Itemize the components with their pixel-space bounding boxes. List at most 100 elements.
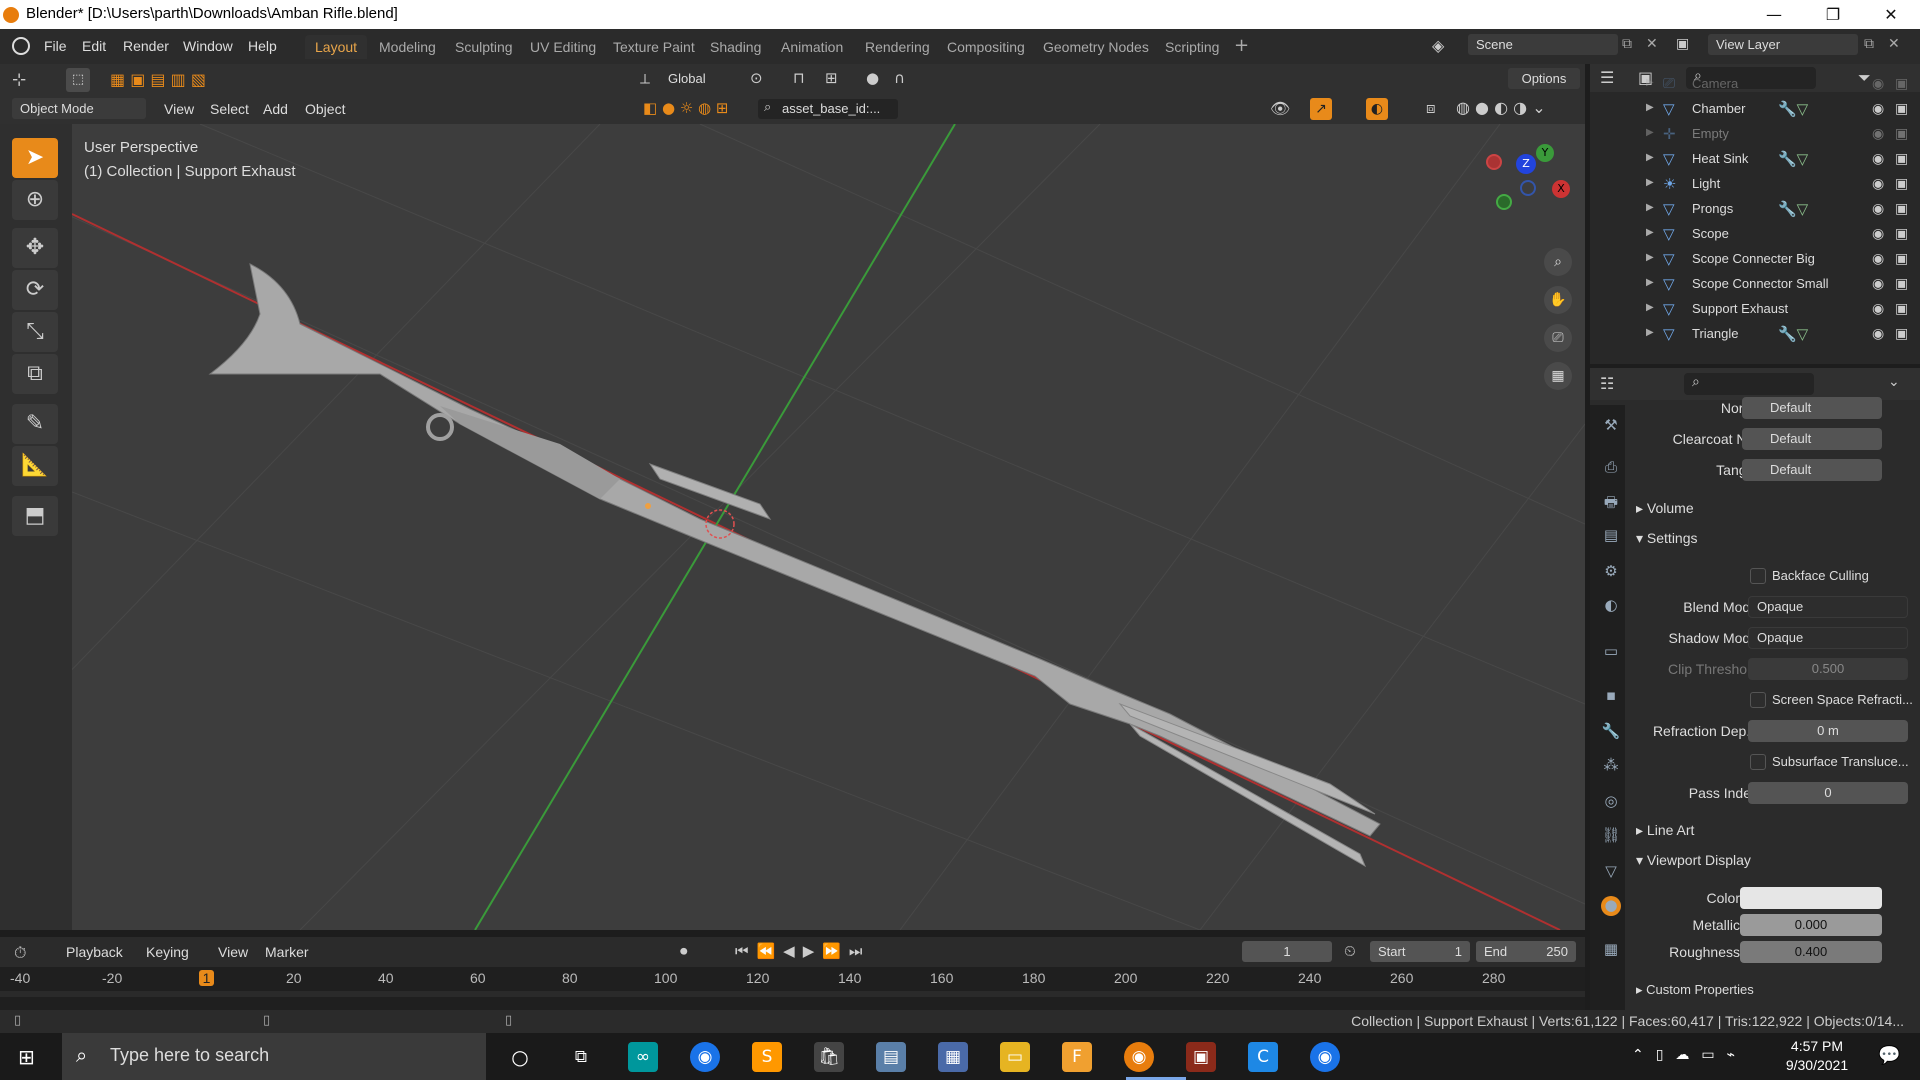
negative-z-axis-icon[interactable]: [1520, 180, 1536, 196]
line-art-section[interactable]: ▸ Line Art: [1636, 822, 1694, 839]
system-tray-icons[interactable]: ⌃▯☁▭⌁: [1632, 1047, 1747, 1063]
new-scene-icon[interactable]: ⧉: [1622, 36, 1632, 52]
gizmos-toggle-icon[interactable]: ↗: [1310, 98, 1332, 120]
clearcoat-field[interactable]: Default: [1742, 428, 1882, 450]
visibility-eye-icon[interactable]: ◉: [1872, 100, 1884, 117]
pass-index-field[interactable]: 0: [1748, 782, 1908, 804]
task-view-icon[interactable]: ⧉: [566, 1042, 596, 1072]
normal-field[interactable]: Default: [1742, 397, 1882, 419]
properties-editor-icon[interactable]: ☷: [1600, 374, 1614, 393]
subsurface-checkbox[interactable]: [1750, 754, 1766, 770]
constraints-tab-icon[interactable]: ⛓: [1601, 826, 1621, 846]
render-camera-icon[interactable]: ▣: [1895, 125, 1908, 142]
gizmo-icons[interactable]: ◧ ● ☼ ◍ ⊞: [643, 99, 728, 117]
render-camera-icon[interactable]: ▣: [1895, 225, 1908, 242]
chrome-profile-icon[interactable]: ◉: [1310, 1042, 1340, 1072]
expand-arrow-icon[interactable]: ▶: [1646, 302, 1654, 313]
texture-tab-icon[interactable]: ▦: [1601, 940, 1621, 960]
perspective-grid-icon[interactable]: ▦: [1544, 362, 1572, 390]
proportional-edit-icon[interactable]: ●: [866, 69, 879, 87]
scene-icon[interactable]: ◈: [1432, 36, 1444, 55]
visibility-eye-icon[interactable]: ◉: [1872, 125, 1884, 142]
object-tab-icon[interactable]: ▪: [1601, 686, 1621, 706]
expand-arrow-icon[interactable]: ▶: [1646, 327, 1654, 338]
visibility-eye-icon[interactable]: ◉: [1872, 250, 1884, 267]
chrome-app-icon[interactable]: ◉: [690, 1042, 720, 1072]
particles-tab-icon[interactable]: ⁂: [1601, 756, 1621, 776]
visibility-eye-icon[interactable]: ◉: [1872, 150, 1884, 167]
render-camera-icon[interactable]: ▣: [1895, 275, 1908, 292]
render-camera-icon[interactable]: ▣: [1895, 300, 1908, 317]
expand-arrow-icon[interactable]: ▶: [1646, 177, 1654, 188]
maximize-button[interactable]: ❐: [1804, 0, 1862, 29]
end-frame-field[interactable]: End 250: [1476, 941, 1576, 962]
folder-app-icon[interactable]: ▤: [876, 1042, 906, 1072]
modifier-icon[interactable]: 🔧▽: [1778, 325, 1808, 343]
object-mode-select[interactable]: Object Mode: [12, 98, 146, 119]
outliner-item[interactable]: ▶ ▽ Chamber 🔧▽ ◉ ▣: [1590, 97, 1920, 122]
render-tab-icon[interactable]: ⎙: [1601, 458, 1621, 478]
outliner-item[interactable]: ▶ ▽ Support Exhaust ◉ ▣: [1590, 297, 1920, 322]
tab-animation[interactable]: Animation: [771, 35, 853, 59]
negative-x-axis-icon[interactable]: [1486, 154, 1502, 170]
expand-arrow-icon[interactable]: ▶: [1646, 127, 1654, 138]
menu-edit[interactable]: Edit: [82, 38, 106, 54]
visibility-eye-icon[interactable]: ◉: [1872, 300, 1884, 317]
tab-rendering[interactable]: Rendering: [855, 35, 940, 59]
shadow-mode-select[interactable]: Opaque: [1748, 627, 1908, 649]
backface-culling-checkbox[interactable]: [1750, 568, 1766, 584]
scene-selector[interactable]: Scene: [1468, 34, 1618, 55]
tab-layout[interactable]: Layout: [305, 35, 368, 59]
minimize-button[interactable]: —: [1745, 0, 1803, 29]
render-camera-icon[interactable]: ▣: [1895, 200, 1908, 217]
menu-window[interactable]: Window: [183, 38, 233, 54]
windows-start-icon[interactable]: ⊞: [18, 1045, 35, 1069]
current-frame-marker[interactable]: 1: [198, 970, 215, 986]
tab-sculpting[interactable]: Sculpting: [445, 35, 523, 59]
tab-geometry-nodes[interactable]: Geometry Nodes: [1033, 35, 1159, 59]
editor-type-icon[interactable]: ⊹: [12, 70, 26, 90]
tab-shading[interactable]: Shading: [700, 35, 771, 59]
transform-tool-icon[interactable]: ⧉: [12, 354, 58, 394]
options-dropdown[interactable]: Options: [1508, 68, 1580, 89]
render-camera-icon[interactable]: ▣: [1895, 325, 1908, 342]
ssr-checkbox[interactable]: [1750, 692, 1766, 708]
outliner-item[interactable]: ▶ ☀ Light ◉ ▣: [1590, 172, 1920, 197]
outliner-item[interactable]: ▶ ✛ Empty ◉ ▣: [1590, 122, 1920, 147]
taskbar-search[interactable]: ⌕ Type here to search: [62, 1033, 486, 1080]
move-tool-icon[interactable]: ✥: [12, 228, 58, 268]
calculator-app-icon[interactable]: ▦: [938, 1042, 968, 1072]
close-button[interactable]: ✕: [1862, 0, 1920, 29]
expand-arrow-icon[interactable]: ▶: [1646, 252, 1654, 263]
scale-tool-icon[interactable]: ⤡: [12, 312, 58, 352]
store-app-icon[interactable]: 🛍: [814, 1042, 844, 1072]
output-tab-icon[interactable]: 🖶: [1601, 492, 1621, 512]
select-tool-icon[interactable]: ➤: [12, 138, 58, 178]
visibility-eye-icon[interactable]: ◉: [1872, 200, 1884, 217]
volume-section[interactable]: ▸ Volume: [1636, 500, 1694, 517]
settings-section[interactable]: ▾ Settings: [1636, 530, 1698, 547]
select-box-icon[interactable]: ⬚: [66, 68, 90, 92]
menu-help[interactable]: Help: [248, 38, 277, 54]
properties-search-input[interactable]: ⌕: [1684, 373, 1814, 395]
notifications-icon[interactable]: 💬: [1878, 1045, 1900, 1066]
navigation-gizmo[interactable]: Z Y X: [1480, 144, 1570, 234]
pivot-icon[interactable]: ⊙: [750, 69, 763, 87]
menu-render[interactable]: Render: [123, 38, 169, 54]
outliner-item[interactable]: ▶ ▽ Scope Connecter Big ◉ ▣: [1590, 247, 1920, 272]
taskbar-clock[interactable]: 4:57 PM 9/30/2021: [1775, 1037, 1859, 1075]
view-layer-selector[interactable]: View Layer: [1708, 34, 1858, 55]
add-cube-tool-icon[interactable]: ⬒: [12, 496, 58, 536]
color-swatch[interactable]: [1740, 887, 1882, 909]
camera-view-icon[interactable]: ⎚: [1544, 324, 1572, 352]
outliner-item[interactable]: ▶ ▽ Prongs 🔧▽ ◉ ▣: [1590, 197, 1920, 222]
outliner-item[interactable]: ▶ ▽ Scope Connector Small ◉ ▣: [1590, 272, 1920, 297]
tab-scripting[interactable]: Scripting: [1155, 35, 1229, 59]
outliner-item[interactable]: ▶ ⎚ Camera ◉ ▣: [1590, 72, 1920, 97]
new-view-layer-icon[interactable]: ⧉: [1864, 36, 1874, 52]
menu-file[interactable]: File: [44, 38, 67, 54]
delete-view-layer-icon[interactable]: ✕: [1888, 36, 1900, 52]
outliner-item[interactable]: ▶ ▽ Scope ◉ ▣: [1590, 222, 1920, 247]
modifier-icon[interactable]: 🔧▽: [1778, 150, 1808, 168]
expand-arrow-icon[interactable]: ▶: [1646, 227, 1654, 238]
